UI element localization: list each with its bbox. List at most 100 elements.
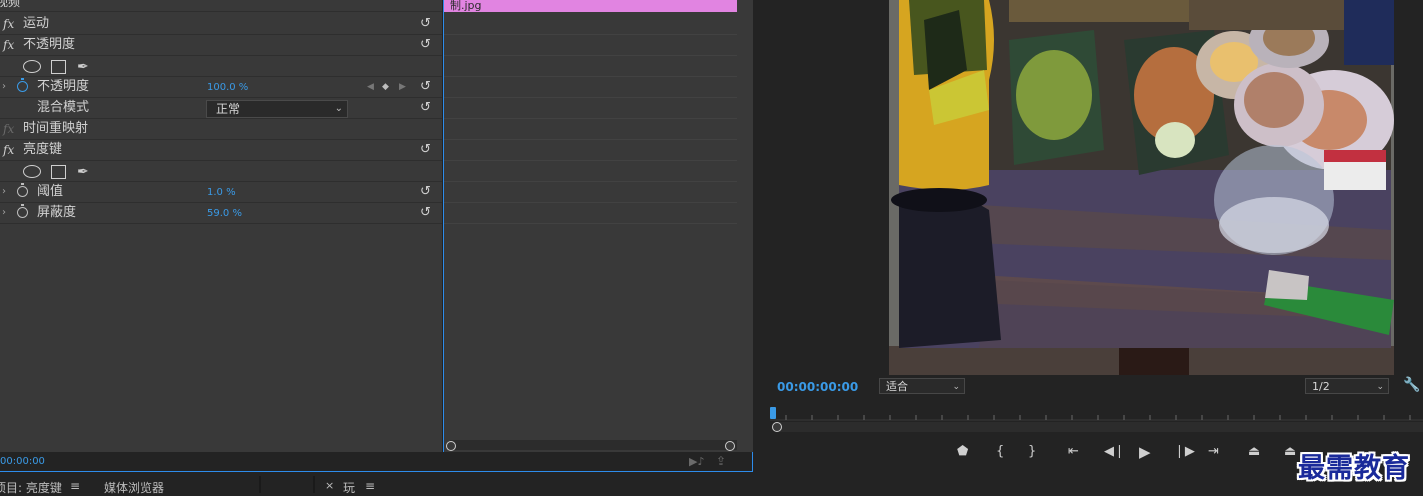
time-ruler[interactable]: [770, 407, 1423, 421]
video-preview: [889, 0, 1394, 375]
close-icon[interactable]: ×: [325, 479, 334, 492]
divider: [444, 97, 737, 98]
scroll-handle-right[interactable]: [725, 441, 735, 451]
blend-mode-select[interactable]: 正常 ⌄: [206, 100, 348, 118]
video-section-label: 视频: [0, 0, 21, 9]
tab-menu-icon[interactable]: ≡: [70, 479, 80, 493]
effect-row-motion[interactable]: fx 运动 ↺: [0, 14, 442, 35]
chevron-right-icon[interactable]: ›: [2, 77, 6, 97]
divider: [444, 181, 737, 182]
reset-icon[interactable]: ↺: [420, 182, 431, 202]
param-row-threshold: › 阈值 1.0 % ↺: [0, 182, 442, 203]
video-section-header: 视频: [0, 0, 442, 12]
scroll-handle-left[interactable]: [772, 422, 782, 432]
clip-bar[interactable]: 制.jpg: [444, 0, 737, 12]
ellipse-mask-icon[interactable]: [23, 60, 41, 73]
wrench-icon[interactable]: 🔧: [1403, 377, 1420, 393]
next-keyframe-icon[interactable]: ▶: [399, 77, 406, 97]
go-to-in-icon[interactable]: ⇤: [1068, 440, 1079, 464]
effect-name-opacity: 不透明度: [23, 37, 76, 52]
effect-name-time-remap: 时间重映射: [23, 121, 89, 136]
fit-select[interactable]: 适合 ⌄: [879, 378, 965, 394]
reset-icon[interactable]: ↺: [420, 98, 431, 118]
chevron-down-icon: ⌄: [334, 103, 343, 114]
divider: [444, 76, 737, 77]
effect-row-luma-key[interactable]: fx 亮度键 ↺: [0, 140, 442, 161]
stopwatch-icon[interactable]: [17, 204, 28, 218]
add-marker-icon[interactable]: ⬟: [957, 440, 968, 464]
reset-icon[interactable]: ↺: [420, 140, 431, 160]
stopwatch-icon[interactable]: [17, 78, 28, 92]
step-forward-icon[interactable]: ❘▶: [1174, 440, 1195, 464]
divider: [444, 118, 737, 119]
effect-name-luma-key: 亮度键: [23, 142, 63, 157]
mask-tools-row: ✒: [0, 56, 442, 77]
stopwatch-icon[interactable]: [17, 183, 28, 197]
play-audio-icon[interactable]: ▶♪: [689, 455, 704, 468]
pen-mask-icon[interactable]: ✒: [77, 162, 89, 182]
param-value-threshold[interactable]: 1.0 %: [207, 183, 236, 203]
divider: [444, 139, 737, 140]
chevron-down-icon: ⌄: [1376, 382, 1384, 392]
tab-media-browser[interactable]: 媒体浏览器: [104, 479, 164, 496]
effect-controls-timecode[interactable]: 00:00:00: [0, 456, 45, 467]
tab-sequence[interactable]: 玩: [343, 479, 355, 496]
divider: [444, 223, 737, 224]
resolution-select[interactable]: 1/2 ⌄: [1305, 378, 1389, 394]
tab-separator: [313, 476, 315, 493]
program-timecode[interactable]: 00:00:00:00: [777, 380, 858, 394]
video-frame-image: [889, 0, 1394, 375]
pen-mask-icon[interactable]: ✒: [77, 57, 89, 77]
divider: [444, 34, 737, 35]
fx-icon[interactable]: fx: [3, 35, 14, 55]
blend-mode-value: 正常: [216, 102, 241, 116]
rectangle-mask-icon[interactable]: [51, 60, 66, 74]
mask-tools-row: ✒: [0, 161, 442, 182]
resolution-value: 1/2: [1312, 380, 1330, 393]
extract-icon[interactable]: ⏏: [1284, 440, 1296, 464]
play-icon[interactable]: ▶: [1139, 440, 1151, 464]
chevron-right-icon[interactable]: ›: [2, 203, 6, 223]
mark-in-icon[interactable]: {: [996, 440, 1004, 464]
effect-controls-timeline[interactable]: 制.jpg: [443, 0, 753, 452]
mark-out-icon[interactable]: }: [1028, 440, 1036, 464]
chevron-right-icon[interactable]: ›: [2, 182, 6, 202]
param-value-cutoff[interactable]: 59.0 %: [207, 204, 242, 224]
divider: [444, 202, 737, 203]
effect-row-opacity[interactable]: fx 不透明度 ↺: [0, 35, 442, 56]
horizontal-scrollbar[interactable]: [450, 440, 737, 450]
reset-icon[interactable]: ↺: [420, 35, 431, 55]
param-label-cutoff: 屏蔽度: [37, 205, 77, 220]
watermark: 最需教育: [1298, 453, 1410, 484]
fx-icon[interactable]: fx: [3, 140, 14, 160]
tab-project[interactable]: 项目: 亮度键: [0, 479, 62, 496]
reset-icon[interactable]: ↺: [420, 203, 431, 223]
tab-menu-icon[interactable]: ≡: [365, 479, 375, 493]
reset-icon[interactable]: ↺: [420, 14, 431, 34]
effects-list: 视频 fx 运动 ↺ fx 不透明度 ↺ ✒ › 不透明度 100.0 % ◀ …: [0, 0, 442, 452]
rectangle-mask-icon[interactable]: [51, 165, 66, 179]
divider: [444, 160, 737, 161]
scroll-handle-left[interactable]: [446, 441, 456, 451]
lift-icon[interactable]: ⏏: [1248, 440, 1260, 464]
fx-icon[interactable]: fx: [3, 119, 14, 139]
fx-icon[interactable]: fx: [3, 14, 14, 34]
step-back-icon[interactable]: ◀❘: [1104, 440, 1125, 464]
prev-keyframe-icon[interactable]: ◀: [367, 77, 374, 97]
chevron-down-icon: ⌄: [952, 382, 960, 392]
param-label-threshold: 阈值: [37, 184, 64, 199]
effect-controls-footer: [0, 452, 752, 471]
reset-icon[interactable]: ↺: [420, 77, 431, 97]
effect-name-motion: 运动: [23, 16, 50, 31]
param-label-blend-mode: 混合模式: [37, 100, 90, 115]
effect-row-time-remap[interactable]: fx 时间重映射: [0, 119, 442, 140]
export-frame-icon[interactable]: ⇪: [716, 454, 726, 468]
go-to-out-icon[interactable]: ⇥: [1208, 440, 1219, 464]
add-keyframe-icon[interactable]: ◆: [382, 77, 389, 97]
zoom-scrollbar[interactable]: [777, 422, 1423, 432]
param-value-opacity[interactable]: 100.0 %: [207, 78, 248, 98]
bottom-panel-tabs: [0, 476, 1423, 493]
ellipse-mask-icon[interactable]: [23, 165, 41, 178]
effect-controls-panel: 视频 fx 运动 ↺ fx 不透明度 ↺ ✒ › 不透明度 100.0 % ◀ …: [0, 0, 753, 472]
playhead[interactable]: [770, 407, 776, 419]
